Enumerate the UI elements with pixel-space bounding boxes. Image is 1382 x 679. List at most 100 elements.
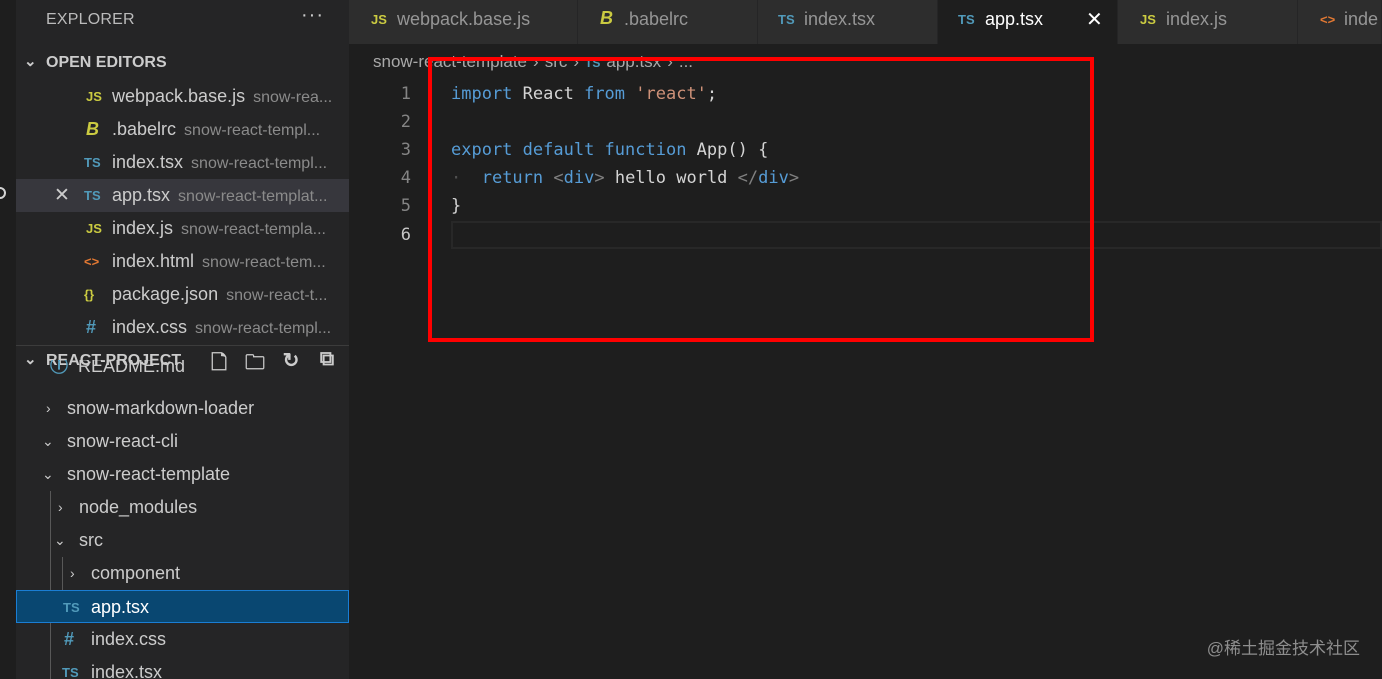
tree-item[interactable]: ⌄ snow-react-template: [16, 458, 349, 491]
file-name: app.tsx: [112, 185, 171, 205]
indent-guide: [62, 557, 63, 590]
chevron-down-icon: ⌄: [42, 466, 54, 482]
open-editors-header[interactable]: ⌄ OPEN EDITORS: [16, 48, 349, 78]
watermark: @稀土掘金技术社区: [1206, 639, 1360, 658]
open-editor-label: webpack.base.js snow-rea...: [112, 80, 332, 113]
typescript-file-icon: TS: [63, 600, 80, 615]
tab-label: app.tsx: [985, 9, 1044, 29]
tab-app-tsx[interactable]: TS app.tsx ✕: [938, 0, 1118, 44]
tree-item-selected[interactable]: TS app.tsx: [16, 590, 349, 623]
folder-name: node_modules: [79, 497, 198, 517]
open-editor-label: index.html snow-react-tem...: [112, 245, 326, 278]
open-editor-item-active[interactable]: ✕ TS app.tsx snow-react-templat...: [16, 179, 349, 212]
open-editor-item[interactable]: B .babelrc snow-react-templ...: [16, 113, 349, 146]
folder-name: snow-react-cli: [67, 431, 179, 451]
tab-index-js[interactable]: JS index.js: [1118, 0, 1298, 44]
line-number-current: 6: [400, 225, 411, 245]
file-name: index.css: [112, 317, 188, 337]
tree-item[interactable]: ⌄ snow-react-cli: [16, 425, 349, 458]
close-tab-icon[interactable]: ✕: [1086, 7, 1103, 32]
indent-guide: [50, 491, 51, 524]
file-path: snow-react-templ...: [191, 155, 328, 172]
open-editor-item[interactable]: JS index.js snow-react-templa...: [16, 212, 349, 245]
open-editor-item[interactable]: # index.css snow-react-templ...: [16, 311, 349, 344]
typescript-file-icon: TS: [62, 665, 79, 679]
chevron-down-icon: ⌄: [54, 532, 66, 548]
open-editor-label: index.js snow-react-templa...: [112, 212, 326, 245]
close-editor-icon[interactable]: ✕: [54, 179, 70, 212]
open-editor-label: index.tsx snow-react-templ...: [112, 146, 327, 179]
open-editor-item[interactable]: JS webpack.base.js snow-rea...: [16, 80, 349, 113]
tree-item[interactable]: TS index.tsx: [16, 656, 349, 679]
tree-item[interactable]: ⓘ README.md: [16, 360, 349, 386]
open-editor-item[interactable]: TS index.tsx snow-react-templ...: [16, 146, 349, 179]
open-editor-label: .babelrc snow-react-templ...: [112, 113, 320, 146]
tree-item[interactable]: › node_modules: [16, 491, 349, 524]
tree-item[interactable]: › snow-markdown-loader: [16, 392, 349, 425]
indent-guide: [50, 557, 51, 590]
tab-webpack-base-js[interactable]: JS webpack.base.js: [349, 0, 578, 44]
file-name: webpack.base.js: [112, 86, 246, 106]
file-name: app.tsx: [91, 597, 150, 617]
typescript-file-icon: TS: [84, 155, 101, 170]
activity-indicator-icon: [0, 187, 6, 199]
file-name: index.js: [112, 218, 174, 238]
file-path: snow-react-templat...: [178, 188, 328, 205]
typescript-file-icon: TS: [778, 12, 795, 27]
file-name: .babelrc: [112, 119, 177, 139]
babel-file-icon: B: [600, 8, 613, 28]
annotation-highlight-box: [428, 57, 1094, 342]
javascript-file-icon: JS: [86, 221, 102, 236]
file-name: index.tsx: [112, 152, 184, 172]
open-editor-item[interactable]: <> index.html snow-react-tem...: [16, 245, 349, 278]
css-file-icon: #: [86, 317, 97, 337]
explorer-title: EXPLORER: [46, 11, 135, 28]
chevron-right-icon: ›: [58, 499, 63, 515]
file-name: README.md: [78, 360, 186, 376]
javascript-file-icon: JS: [86, 89, 102, 104]
line-number: 3: [400, 140, 411, 160]
indent-guide: [50, 656, 51, 679]
indent-guide: [50, 623, 51, 656]
tab-label: webpack.base.js: [397, 9, 531, 29]
tree-item[interactable]: ⌄ src: [16, 524, 349, 557]
line-number: 1: [400, 84, 411, 104]
folder-name: component: [91, 563, 181, 583]
open-editor-item[interactable]: {} package.json snow-react-t...: [16, 278, 349, 311]
typescript-file-icon: TS: [958, 12, 975, 27]
file-path: snow-react-tem...: [202, 254, 326, 271]
html-file-icon: <>: [84, 254, 100, 269]
tab-index-tsx[interactable]: TS index.tsx: [758, 0, 938, 44]
tab-label: inde: [1344, 9, 1379, 29]
line-number: 2: [400, 112, 411, 132]
file-name: index.css: [91, 629, 167, 649]
html-file-icon: <>: [1320, 12, 1336, 27]
editor-tab-bar: JS webpack.base.js B .babelrc TS index.t…: [349, 0, 1382, 44]
file-path: snow-react-templa...: [181, 221, 326, 238]
file-name: index.tsx: [91, 662, 163, 679]
file-name: index.html: [112, 251, 195, 271]
more-actions-icon[interactable]: ···: [301, 4, 324, 27]
open-editor-label: package.json snow-react-t...: [112, 278, 327, 311]
tab-label: index.js: [1166, 9, 1228, 29]
line-number: 5: [400, 196, 411, 216]
chevron-right-icon: ›: [70, 565, 75, 581]
tree-item[interactable]: › component: [16, 557, 349, 590]
tab-label: index.tsx: [804, 9, 876, 29]
javascript-file-icon: JS: [371, 12, 387, 27]
file-path: snow-react-templ...: [184, 122, 321, 139]
folder-name: snow-react-template: [67, 464, 231, 484]
folder-name: src: [79, 530, 103, 550]
activity-bar-edge: [0, 0, 16, 679]
tab-index-html[interactable]: <> inde: [1298, 0, 1382, 44]
tab-label: .babelrc: [624, 9, 689, 29]
tree-item[interactable]: # index.css: [16, 623, 349, 656]
tab-babelrc[interactable]: B .babelrc: [578, 0, 758, 44]
folder-name: snow-markdown-loader: [67, 398, 255, 418]
typescript-file-icon: TS: [84, 188, 101, 203]
explorer-sidebar: EXPLORER ··· ⌄ OPEN EDITORS JS webpack.b…: [16, 0, 349, 679]
babel-file-icon: B: [86, 119, 99, 139]
chevron-right-icon: ›: [46, 400, 51, 416]
css-file-icon: #: [64, 629, 75, 649]
open-editors-title: OPEN EDITORS: [46, 54, 167, 71]
